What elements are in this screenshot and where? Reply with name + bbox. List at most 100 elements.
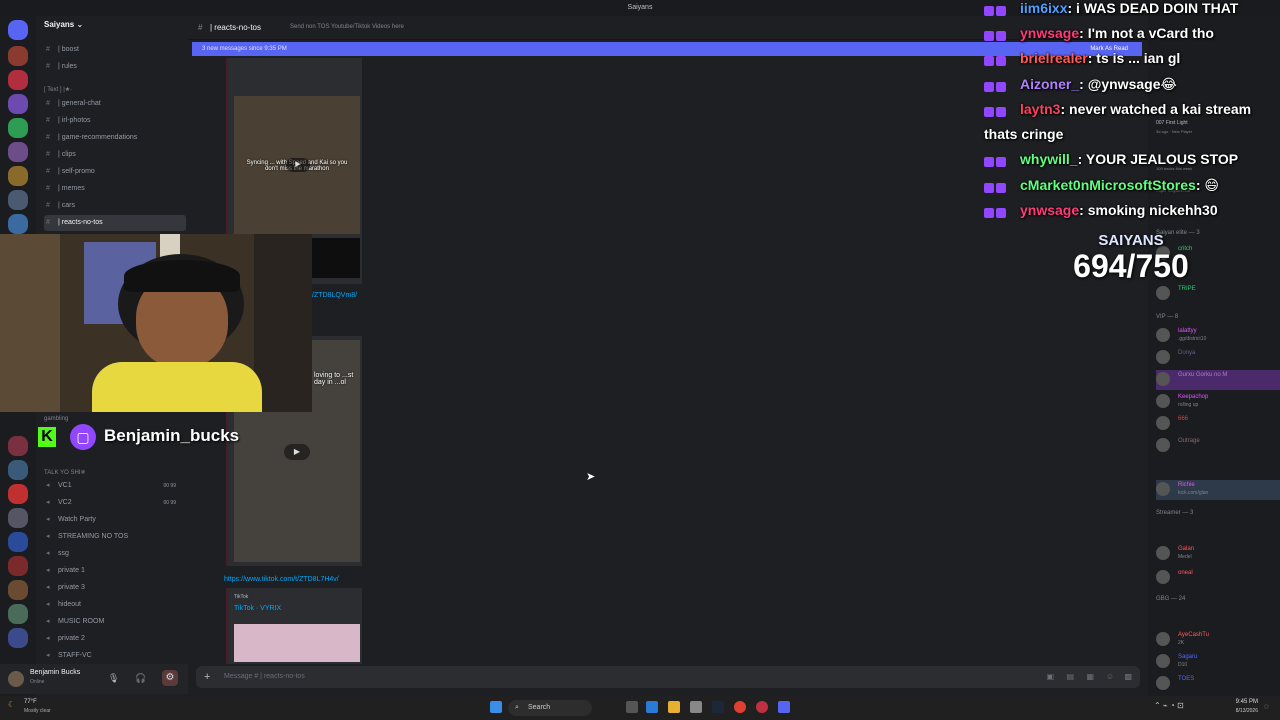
gift-icon[interactable]: ▣ xyxy=(1046,666,1054,688)
server-icon[interactable] xyxy=(8,532,28,552)
member-item[interactable]: Donya xyxy=(1156,348,1280,368)
server-icon[interactable] xyxy=(8,70,28,90)
server-icon[interactable] xyxy=(8,94,28,114)
embed-title[interactable]: TikTok · VYRIX xyxy=(234,605,281,612)
search-icon: ⌕ xyxy=(515,704,519,711)
headphones-icon[interactable]: 🎧 xyxy=(135,673,146,684)
video-thumbnail[interactable]: Syncing ... with Speed and Kai so you do… xyxy=(234,96,360,234)
notification-icon[interactable]: ◌ xyxy=(1264,702,1269,711)
speaker-icon: ◂ xyxy=(46,618,50,625)
voice-watch-party[interactable]: ◂ Watch Party xyxy=(44,512,186,528)
category-text[interactable]: [ Text ] |★· xyxy=(44,86,72,93)
edge-icon[interactable] xyxy=(646,701,658,713)
clock-date[interactable]: 8/13/2026 xyxy=(1208,708,1258,714)
member-item[interactable]: lalattyy .gg/district10 xyxy=(1156,326,1280,346)
voice-streaming-no-tos[interactable]: ◂ STREAMING NO TOS xyxy=(44,529,186,545)
channel-memes[interactable]: # | memes xyxy=(44,181,186,197)
file-explorer-icon[interactable] xyxy=(668,701,680,713)
channel-game-recommendations[interactable]: # | game-recommendations xyxy=(44,130,186,146)
task-view-icon[interactable] xyxy=(626,701,638,713)
channel-clips[interactable]: # | clips xyxy=(44,147,186,163)
channel-label: | reacts-no-tos xyxy=(58,219,103,226)
apps-icon[interactable]: ▩ xyxy=(1124,666,1132,688)
server-icon[interactable] xyxy=(8,166,28,186)
member-item[interactable]: Galan Medel xyxy=(1156,544,1280,564)
message-link[interactable]: /ZTD8LQVm8/ xyxy=(312,292,357,299)
server-icon[interactable] xyxy=(8,436,28,456)
member-name: AyeCashTu xyxy=(1178,632,1210,638)
server-icon[interactable] xyxy=(8,46,28,66)
message-composer[interactable]: + Message # | reacts-no-tos ▣ ▤ ▦ ☺ ▩ xyxy=(196,666,1140,688)
channel-self-promo[interactable]: # | self-promo xyxy=(44,164,186,180)
windows-start-icon[interactable] xyxy=(490,701,502,713)
server-icon[interactable] xyxy=(8,190,28,210)
avatar xyxy=(1156,394,1170,408)
emoji-icon[interactable]: ☺ xyxy=(1106,666,1114,688)
chat-text: i WAS DEAD DOIN THAT xyxy=(1076,0,1239,16)
embed-thumbnail[interactable] xyxy=(234,624,360,662)
embed-provider: TikTok xyxy=(234,594,249,600)
server-icon[interactable] xyxy=(8,460,28,480)
weather-icon[interactable]: ☾ xyxy=(8,700,15,709)
channel-rules[interactable]: # | rules xyxy=(44,59,186,75)
voice-staff-vc[interactable]: ◂ STAFF-VC xyxy=(44,648,186,664)
server-icon[interactable] xyxy=(8,628,28,648)
voice-vc1[interactable]: ◂ VC1 00 99 xyxy=(44,478,186,494)
member-item[interactable]: Outrage xyxy=(1156,436,1280,456)
server-icon[interactable] xyxy=(8,142,28,162)
server-icon[interactable] xyxy=(8,508,28,528)
taskbar-search[interactable]: ⌕ Search xyxy=(508,700,592,716)
server-icon[interactable] xyxy=(8,214,28,234)
gif-icon[interactable]: ▤ xyxy=(1066,666,1074,688)
member-item[interactable]: 666 xyxy=(1156,414,1280,434)
voice-ssg[interactable]: ◂ ssg xyxy=(44,546,186,562)
member-item[interactable]: oneal xyxy=(1156,568,1280,588)
play-icon[interactable]: ▶ xyxy=(284,444,310,460)
speaker-icon: ◂ xyxy=(46,499,50,506)
member-item[interactable]: Richie kick.com/glan xyxy=(1156,480,1280,500)
member-item[interactable]: AyeCashTu 2K xyxy=(1156,630,1280,650)
voice-music-room[interactable]: ◂ MUSIC ROOM xyxy=(44,614,186,630)
steam-icon[interactable] xyxy=(712,701,724,713)
member-item[interactable]: Sagaru D10 xyxy=(1156,652,1280,672)
add-attachment-icon[interactable]: + xyxy=(204,666,210,688)
channel-general-chat[interactable]: # | general-chat xyxy=(44,96,186,112)
sticker-icon[interactable]: ▦ xyxy=(1086,666,1094,688)
discord-icon[interactable] xyxy=(778,701,790,713)
category-gambling[interactable]: gambling xyxy=(44,416,68,422)
channel-cars[interactable]: # | cars xyxy=(44,198,186,214)
mic-icon[interactable]: 🎙 xyxy=(108,673,119,684)
category-talk[interactable]: TALK YO SHI✵ xyxy=(44,469,85,476)
hash-icon: # xyxy=(46,117,50,124)
server-icon[interactable] xyxy=(8,604,28,624)
member-item[interactable]: Gurxu Gorku no M xyxy=(1156,370,1280,390)
home-server-icon[interactable] xyxy=(8,20,28,40)
voice-hideout[interactable]: ◂ hideout xyxy=(44,597,186,613)
channel-boost[interactable]: # | boost xyxy=(44,42,186,58)
voice-private-1[interactable]: ◂ private 1 xyxy=(44,563,186,579)
chat-text: I'm not a vCard tho xyxy=(1087,25,1214,41)
message-link[interactable]: https://www.tiktok.com/t/ZTD8L7H4v/ xyxy=(224,576,339,583)
member-item[interactable]: Keepachop rolling up xyxy=(1156,392,1280,412)
channel-irl-photos[interactable]: # | irl-photos xyxy=(44,113,186,129)
avatar xyxy=(1156,438,1170,452)
channel-reacts-no-tos[interactable]: # | reacts-no-tos xyxy=(44,215,186,231)
avatar[interactable] xyxy=(8,671,24,687)
speaker-icon: ◂ xyxy=(46,584,50,591)
voice-private-2[interactable]: ◂ private 2 xyxy=(44,631,186,647)
chrome-icon[interactable] xyxy=(734,701,746,713)
voice-private-3[interactable]: ◂ private 3 xyxy=(44,580,186,596)
server-icon[interactable] xyxy=(8,580,28,600)
server-name[interactable]: Saiyans ⌄ xyxy=(44,20,83,29)
play-icon[interactable]: ▶ xyxy=(286,158,310,172)
settings-icon[interactable] xyxy=(690,701,702,713)
settings-gear-icon[interactable]: ⚙ xyxy=(162,670,178,686)
server-icon[interactable] xyxy=(8,118,28,138)
server-icon[interactable] xyxy=(8,556,28,576)
voice-vc2[interactable]: ◂ VC2 00 99 xyxy=(44,495,186,511)
system-tray-icons[interactable]: ⌃ ⌁ ◔ ⊡ xyxy=(1154,701,1184,710)
clock-time[interactable]: 9:45 PM xyxy=(1208,699,1258,705)
obs-icon[interactable] xyxy=(756,701,768,713)
member-item[interactable]: TOES xyxy=(1156,674,1280,694)
server-icon[interactable] xyxy=(8,484,28,504)
